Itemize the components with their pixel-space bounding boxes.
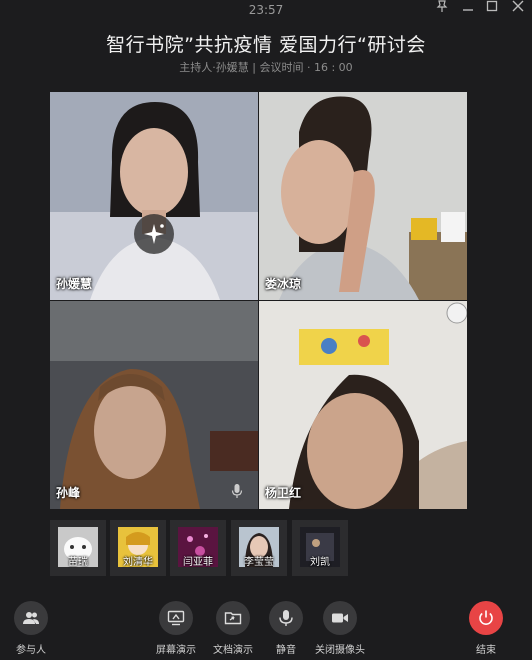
- minimize-icon[interactable]: [460, 0, 476, 14]
- video-tile[interactable]: 孙媛慧: [50, 92, 258, 300]
- video-feed: [50, 301, 258, 509]
- video-feed: [259, 92, 467, 300]
- participant-thumb-name: 刘凯: [310, 557, 330, 568]
- end-meeting-label: 结束: [476, 645, 496, 656]
- meeting-subtitle: 主持人·孙媛慧 | 会议时间 · 16 : 00: [179, 61, 353, 74]
- video-tile[interactable]: 杨卫红: [259, 301, 467, 509]
- video-tile[interactable]: 孙峰: [50, 301, 258, 509]
- participant-name: 孙峰: [56, 486, 81, 500]
- participant-thumb-name: 苗瑞: [68, 557, 88, 568]
- people-icon: [23, 612, 39, 624]
- participant-thumb[interactable]: 刘清华: [110, 520, 166, 576]
- participant-thumb-name: 刘清华: [123, 557, 153, 568]
- participant-thumb[interactable]: 李莹莹: [231, 520, 287, 576]
- close-icon[interactable]: [510, 0, 526, 14]
- folder-share-icon: [224, 612, 242, 625]
- meeting-title: 智行书院”共抗疫情 爱国力行“研讨会: [106, 34, 426, 56]
- video-tile[interactable]: 娄冰琼: [259, 92, 467, 300]
- camera-off-label: 关闭摄像头: [315, 645, 365, 656]
- participant-thumb-name: 闫亚菲: [183, 557, 213, 568]
- clock-time: 23:57: [248, 3, 284, 17]
- microphone-icon: [279, 610, 293, 626]
- mic-icon: [231, 484, 243, 498]
- sparkle-icon: [144, 224, 164, 244]
- beauty-filter-button[interactable]: [134, 214, 174, 254]
- participant-name: 孙媛慧: [56, 277, 93, 291]
- participant-thumb[interactable]: 刘凯: [292, 520, 348, 576]
- pin-icon[interactable]: [434, 0, 450, 14]
- video-feed: [50, 92, 258, 300]
- participant-thumb[interactable]: 苗瑞: [50, 520, 106, 576]
- maximize-icon[interactable]: [484, 0, 500, 14]
- end-meeting-button[interactable]: 结束: [450, 601, 522, 656]
- participants-button[interactable]: 参与人: [0, 601, 67, 656]
- participant-thumb[interactable]: 闫亚菲: [170, 520, 226, 576]
- participants-label: 参与人: [16, 645, 46, 656]
- camera-off-button[interactable]: 关闭摄像头: [304, 601, 376, 656]
- video-feed: [259, 301, 467, 509]
- participant-thumb-name: 李莹莹: [244, 557, 274, 568]
- participant-name: 娄冰琼: [265, 277, 302, 291]
- power-icon: [479, 610, 493, 625]
- participant-name: 杨卫红: [265, 486, 302, 500]
- screen-share-icon: [167, 610, 185, 626]
- video-camera-icon: [332, 613, 348, 623]
